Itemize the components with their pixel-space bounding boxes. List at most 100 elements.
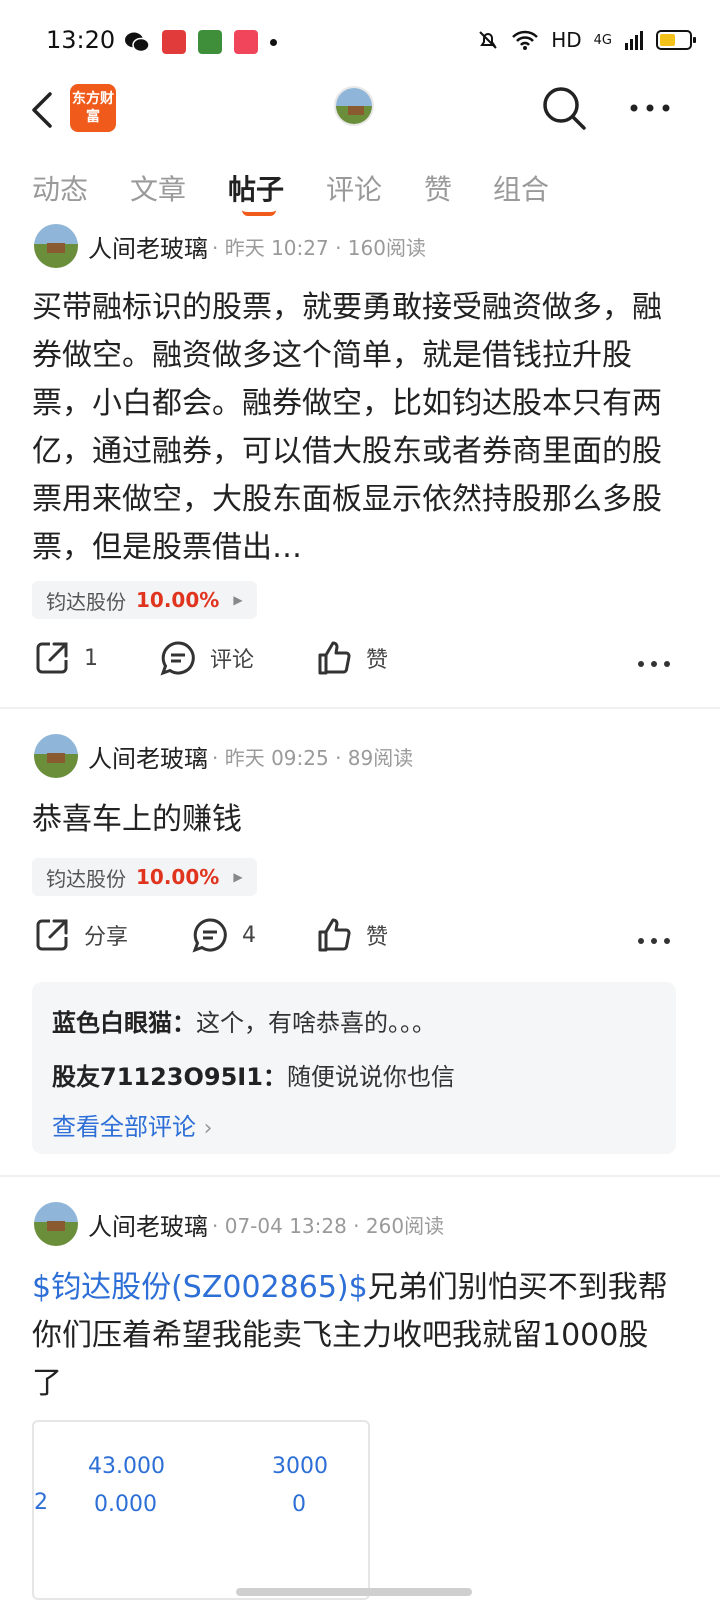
thumbs-up-icon <box>318 641 351 675</box>
tab-comments[interactable]: 评论 <box>326 168 382 208</box>
image-value: 3000 <box>272 1454 328 1479</box>
wifi-icon <box>512 30 539 50</box>
tab-articles[interactable]: 文章 <box>130 168 186 208</box>
author-name[interactable]: 人间老玻璃 <box>88 1207 208 1242</box>
gesture-home-bar[interactable] <box>236 1588 472 1596</box>
avatar-image-icon <box>34 224 78 268</box>
share-count: 1 <box>84 645 98 671</box>
search-icon <box>543 87 586 130</box>
share-icon <box>36 642 68 674</box>
view-all-comments-link[interactable]: 查看全部评论 › <box>52 1104 656 1152</box>
post-meta: · 07-04 13:28 · 260阅读 <box>212 1213 445 1238</box>
more-dots-icon <box>630 104 670 112</box>
share-button[interactable]: 分享 <box>34 917 128 953</box>
image-value: 43.000 <box>88 1454 165 1479</box>
comment-icon <box>160 641 195 676</box>
status-app-icons <box>124 30 277 54</box>
back-button[interactable] <box>24 88 64 132</box>
post-divider <box>0 707 720 709</box>
stock-change: 10.00% <box>136 865 220 889</box>
music-app-icon <box>234 30 258 54</box>
post-meta: · 昨天 10:27 · 160阅读 <box>212 235 426 260</box>
tab-dynamics[interactable]: 动态 <box>32 168 88 208</box>
profile-tabs: 动态 文章 帖子 评论 赞 组合 <box>0 160 720 220</box>
avatar[interactable] <box>34 1202 78 1246</box>
profile-avatar[interactable] <box>334 86 374 126</box>
post-more-button[interactable] <box>636 654 672 674</box>
tab-posts[interactable]: 帖子 <box>228 168 284 208</box>
stock-link[interactable]: $钧达股份(SZ002865)$ <box>32 1270 368 1305</box>
image-value: 2 <box>34 1490 48 1515</box>
comment-text: 这个，有啥恭喜的。。。 <box>196 1009 436 1037</box>
avatar[interactable] <box>34 734 78 778</box>
play-triangle-icon: ▶ <box>233 870 243 884</box>
post-text[interactable]: $钧达股份(SZ002865)$兄弟们别怕买不到我帮你们压着希望我能卖飞主力收吧… <box>32 1264 672 1408</box>
chevron-right-icon: › <box>203 1116 213 1141</box>
share-label: 分享 <box>84 925 129 950</box>
post-divider <box>0 1175 720 1177</box>
comment-icon <box>192 918 227 953</box>
stock-name: 钧达股份 <box>46 589 126 614</box>
author-name[interactable]: 人间老玻璃 <box>88 739 208 774</box>
comment-label: 评论 <box>210 648 255 673</box>
author-name[interactable]: 人间老玻璃 <box>88 229 208 264</box>
comment-user[interactable]: 股友71123O95I1： <box>52 1063 287 1091</box>
network-hd-label: HD <box>551 28 582 52</box>
more-dots-icon <box>638 938 670 944</box>
comment-text: 随便说说你也信 <box>286 1063 455 1091</box>
tab-portfolio[interactable]: 组合 <box>493 168 549 208</box>
comment-count: 4 <box>242 922 256 948</box>
image-value: 0 <box>292 1492 306 1517</box>
top-nav: 东方财富 <box>0 80 720 140</box>
post-actions: 1 评论 赞 <box>0 640 720 690</box>
avatar-image-icon <box>336 88 372 124</box>
eastmoney-logo[interactable]: 东方财富 <box>70 84 116 132</box>
post-more-button[interactable] <box>636 931 672 951</box>
comment-button[interactable]: 4 <box>192 917 256 953</box>
thumbs-up-icon <box>318 918 351 952</box>
comment-user[interactable]: 蓝色白眼猫： <box>52 1009 196 1037</box>
battery-icon <box>656 30 696 50</box>
post-actions: 分享 4 赞 <box>0 917 720 967</box>
like-label: 赞 <box>366 925 389 950</box>
post-text[interactable]: 买带融标识的股票，就要勇敢接受融资做多，融券做空。融资做多这个简单，就是借钱拉升… <box>32 284 672 572</box>
status-bar: 13:20 HD 4G <box>0 0 720 86</box>
post-image[interactable]: 2 43.000 3000 0.000 0 <box>32 1420 370 1600</box>
avatar[interactable] <box>34 224 78 268</box>
status-indicators: HD 4G <box>477 28 696 52</box>
comment-button[interactable]: 评论 <box>160 640 254 676</box>
like-label: 赞 <box>366 648 389 673</box>
signal-4g-label: 4G <box>593 32 612 48</box>
status-time: 13:20 <box>46 26 116 54</box>
avatar-image-icon <box>34 734 78 778</box>
tab-likes[interactable]: 赞 <box>424 168 452 208</box>
post-header: 人间老玻璃 · 07-04 13:28 · 260阅读 <box>34 1202 444 1246</box>
more-options-button[interactable] <box>628 90 672 126</box>
stock-name: 钧达股份 <box>46 866 126 891</box>
comment-item: 蓝色白眼猫：这个，有啥恭喜的。。。 <box>52 996 656 1050</box>
back-arrow-icon <box>32 92 52 128</box>
image-value: 0.000 <box>94 1492 157 1517</box>
signal-bars-icon <box>625 31 643 50</box>
post-meta: · 昨天 09:25 · 89阅读 <box>212 745 414 770</box>
like-button[interactable]: 赞 <box>316 917 388 953</box>
comment-item: 股友71123O95I1：随便说说你也信 <box>52 1050 656 1104</box>
search-button[interactable] <box>540 84 588 132</box>
like-button[interactable]: 赞 <box>316 640 388 676</box>
stock-tag[interactable]: 钧达股份 10.00% ▶ <box>32 858 257 896</box>
more-dots-icon <box>638 661 670 667</box>
post-header: 人间老玻璃 · 昨天 09:25 · 89阅读 <box>34 734 413 778</box>
app-green-icon <box>198 30 222 54</box>
post-text[interactable]: 恭喜车上的赚钱 <box>32 796 672 844</box>
stock-tag[interactable]: 钧达股份 10.00% ▶ <box>32 581 257 619</box>
notification-dot-icon <box>270 38 277 46</box>
play-triangle-icon: ▶ <box>233 593 243 607</box>
view-all-label: 查看全部评论 <box>52 1113 196 1141</box>
share-button[interactable]: 1 <box>34 640 98 676</box>
app-red-icon <box>162 30 186 54</box>
stock-change: 10.00% <box>136 588 220 612</box>
share-icon <box>36 919 68 951</box>
comments-preview[interactable]: 蓝色白眼猫：这个，有啥恭喜的。。。 股友71123O95I1：随便说说你也信 查… <box>32 982 676 1154</box>
active-tab-indicator <box>242 210 276 216</box>
avatar-image-icon <box>34 1202 78 1246</box>
